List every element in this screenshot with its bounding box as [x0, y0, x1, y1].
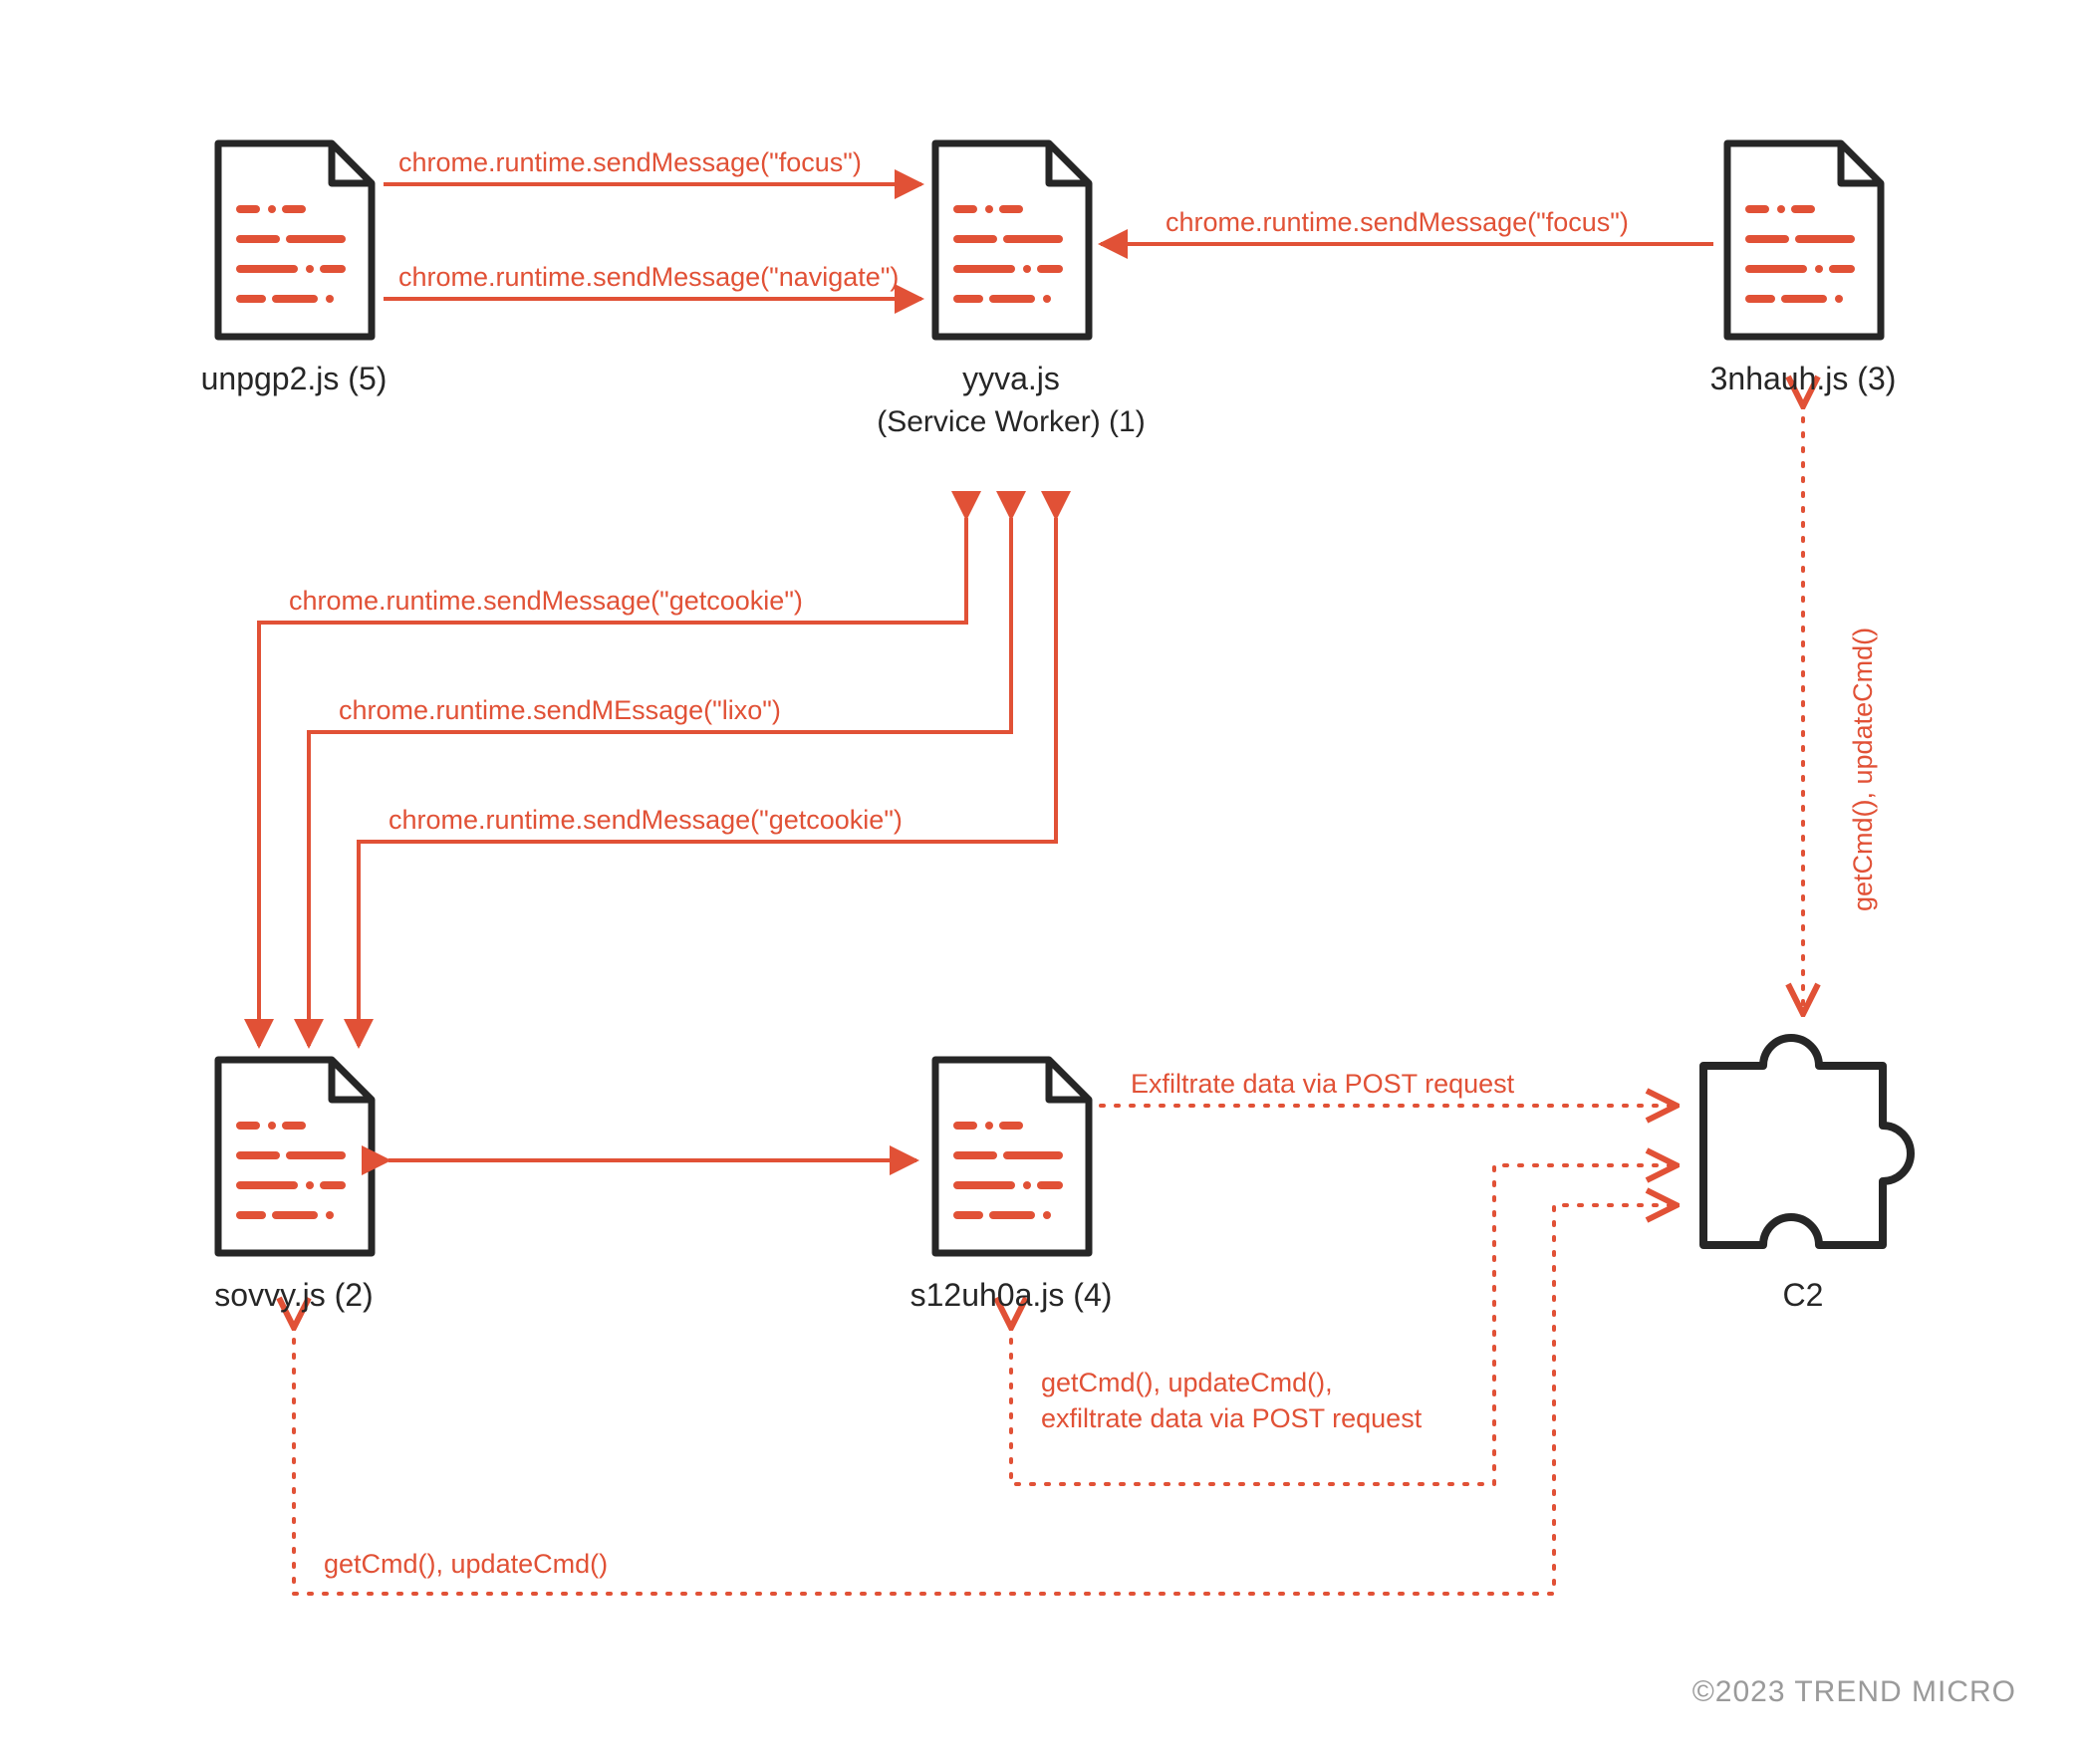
file-icon	[935, 1060, 1089, 1253]
label-3nhauh: 3nhauh.js (3)	[1654, 359, 1952, 400]
arrow-sovvy-c2	[294, 1205, 1674, 1594]
copyright: ©2023 TREND MICRO	[1692, 1675, 2016, 1709]
edgelabel-s12-c2: getCmd(), updateCmd(), exfiltrate data v…	[1041, 1365, 1422, 1437]
label-c2: C2	[1654, 1275, 1952, 1317]
file-icon	[935, 143, 1089, 337]
edgelabel-sovvy-c2: getCmd(), updateCmd()	[324, 1549, 608, 1580]
file-icon	[1727, 143, 1881, 337]
edgelabel-getcookie1: chrome.runtime.sendMessage("getcookie")	[289, 586, 803, 617]
edgelabel-nhauh-c2: getCmd(), updateCmd()	[1848, 628, 1879, 911]
edgelabel-focus2: chrome.runtime.sendMessage("focus")	[1166, 207, 1629, 238]
puzzle-icon	[1703, 1038, 1911, 1245]
label-s12uh0a: s12uh0a.js (4)	[862, 1275, 1161, 1317]
file-icon	[218, 1060, 372, 1253]
edgelabel-navigate: chrome.runtime.sendMessage("navigate")	[398, 262, 899, 293]
edgelabel-getcookie2: chrome.runtime.sendMessage("getcookie")	[389, 805, 903, 836]
edgelabel-focus1: chrome.runtime.sendMessage("focus")	[398, 147, 862, 178]
label-unpgp2: unpgp2.js (5)	[144, 359, 443, 400]
edgelabel-exfil: Exfiltrate data via POST request	[1131, 1069, 1514, 1100]
file-icon	[218, 143, 372, 337]
label-sovvy: sovvy.js (2)	[144, 1275, 443, 1317]
label-yyva: yyva.js (Service Worker) (1)	[862, 359, 1161, 441]
edgelabel-lixo: chrome.runtime.sendMEssage("lixo")	[339, 695, 781, 726]
